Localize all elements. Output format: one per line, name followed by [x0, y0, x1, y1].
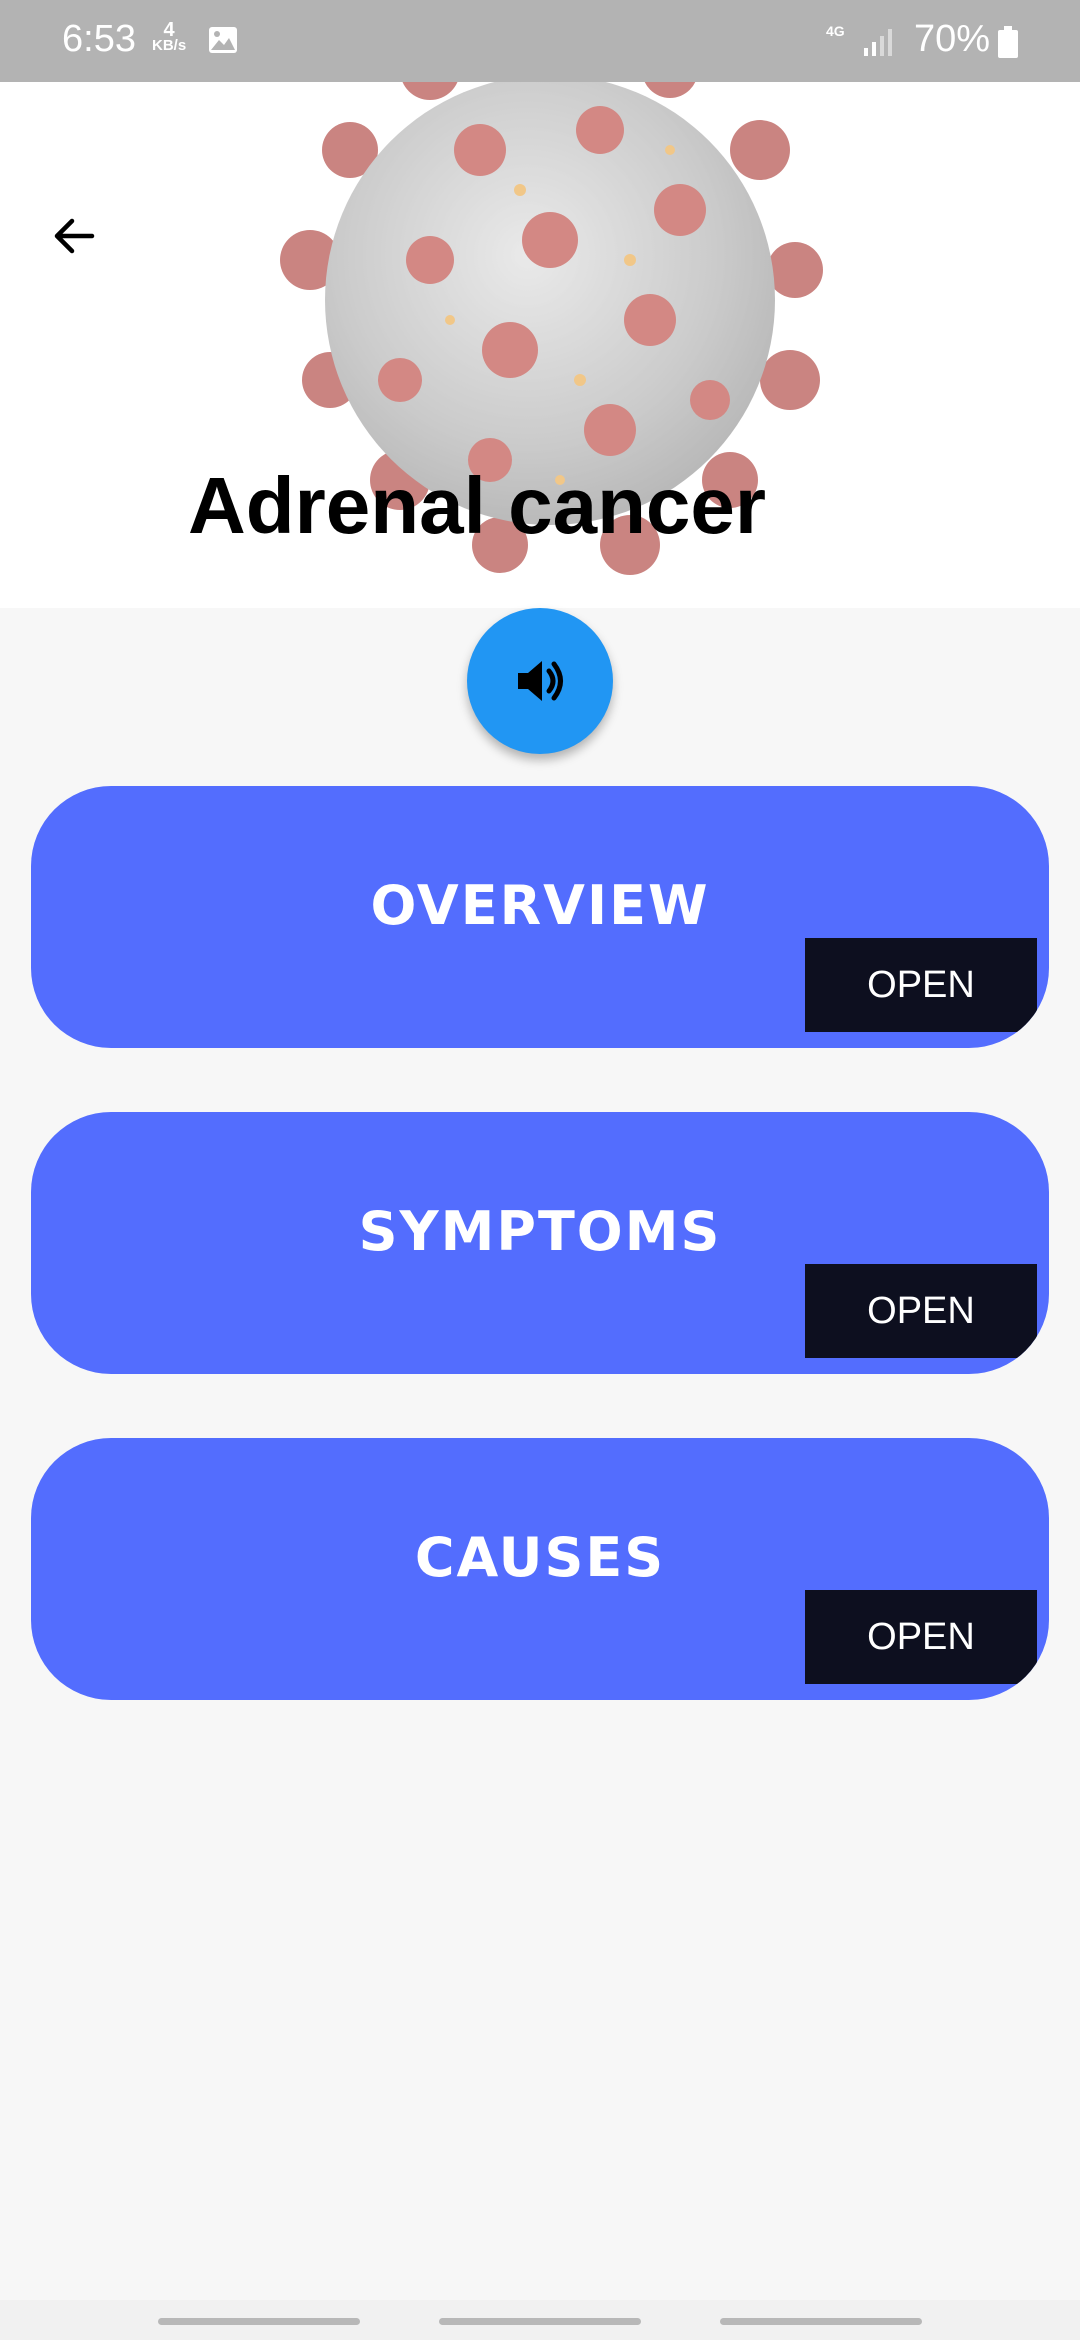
network-speed-value: 4 [163, 19, 175, 41]
nav-home-button[interactable] [439, 2318, 641, 2325]
speaker-icon [518, 661, 563, 701]
network-type: 4G [826, 23, 845, 39]
header: Adrenal cancer [0, 82, 1080, 608]
card-overview-label: OVERVIEW [370, 874, 710, 937]
open-causes-button[interactable]: OPEN [805, 1590, 1037, 1684]
card-causes-label: CAUSES [414, 1526, 666, 1589]
battery-icon [998, 26, 1018, 58]
status-bar: 6:53 4 KB/s 4G 70% [0, 0, 1080, 82]
open-symptoms-button[interactable]: OPEN [805, 1264, 1037, 1358]
card-symptoms-label: SYMPTOMS [358, 1200, 722, 1263]
signal-icon [864, 29, 892, 56]
speaker-button[interactable] [467, 608, 613, 754]
open-overview-button[interactable]: OPEN [805, 938, 1037, 1032]
nav-back-button[interactable] [720, 2318, 922, 2325]
network-speed-unit: KB/s [152, 37, 187, 54]
nav-recents-button[interactable] [158, 2318, 360, 2325]
card-symptoms[interactable]: SYMPTOMS OPEN [31, 1112, 1049, 1374]
navigation-bar [0, 2300, 1080, 2340]
card-overview[interactable]: OVERVIEW OPEN [31, 786, 1049, 1048]
back-arrow-icon[interactable] [48, 210, 100, 262]
battery-percent: 70% [914, 18, 991, 60]
page-title: Adrenal cancer [188, 461, 767, 550]
card-causes[interactable]: CAUSES OPEN [31, 1438, 1049, 1700]
status-time: 6:53 [62, 18, 136, 60]
network-speed: 4 KB/s [152, 19, 187, 54]
gallery-icon [209, 27, 237, 53]
